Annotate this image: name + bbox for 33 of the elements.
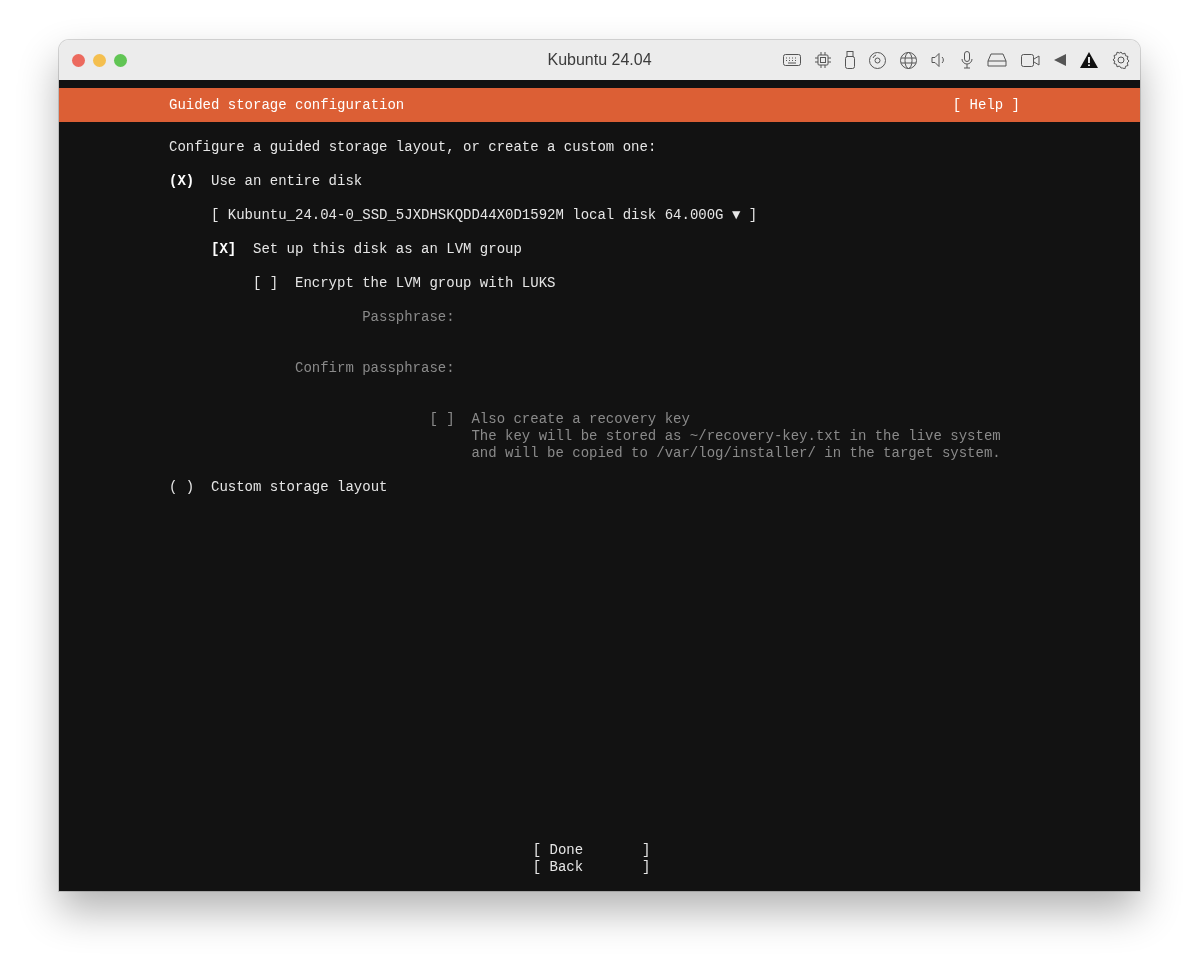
chip-icon[interactable]	[815, 52, 831, 68]
radio-button[interactable]: (X)	[169, 173, 211, 190]
checkbox[interactable]: [X]	[211, 241, 253, 258]
radio-button[interactable]: ( )	[169, 479, 211, 496]
window-title: Kubuntu 24.04	[547, 51, 652, 69]
disc-icon[interactable]	[869, 51, 886, 69]
settings-icon[interactable]	[1112, 51, 1130, 69]
option-label: Set up this disk as an LVM group	[253, 241, 522, 258]
help-button[interactable]: [ Help ]	[952, 96, 1020, 114]
option-label: Custom storage layout	[211, 479, 388, 496]
checkbox[interactable]: [ ]	[253, 275, 295, 292]
intro-text: Configure a guided storage layout, or create a custom one:	[169, 139, 657, 156]
field-label: Passphrase:	[362, 309, 455, 326]
screen-title: Guided storage configuration	[169, 96, 405, 114]
usb-drive-icon[interactable]	[845, 51, 855, 69]
close-button[interactable]	[72, 53, 85, 67]
option-label: Encrypt the LVM group with LUKS	[295, 275, 556, 292]
note-text: The key will be stored as ~/recovery-key.txt in the live system	[471, 428, 1001, 445]
note-text: and will be copied to /var/log/installer/ in the target system.	[471, 445, 1001, 462]
field-label: Confirm passphrase:	[295, 360, 455, 377]
warning-icon[interactable]	[1080, 52, 1098, 68]
camera-icon[interactable]	[1021, 53, 1040, 67]
menu-button[interactable]: [ Done ]	[532, 842, 651, 859]
globe-icon[interactable]	[900, 51, 917, 69]
microphone-icon[interactable]	[961, 51, 973, 69]
menu-button[interactable]: [ Back ]	[532, 859, 651, 876]
speaker-icon[interactable]	[931, 52, 947, 68]
disk-dropdown[interactable]: [ Kubuntu_24.04-0_SSD_5JXDHSKQDD44X0D1592M local disk 64.000G ▼ ]	[211, 207, 758, 224]
option-label: Use an entire disk	[211, 173, 363, 190]
hard-drive-icon[interactable]	[987, 53, 1007, 67]
triangle-left-icon[interactable]	[1054, 54, 1066, 66]
option-label: Also create a recovery key	[471, 411, 691, 428]
keyboard-icon[interactable]	[783, 54, 801, 66]
